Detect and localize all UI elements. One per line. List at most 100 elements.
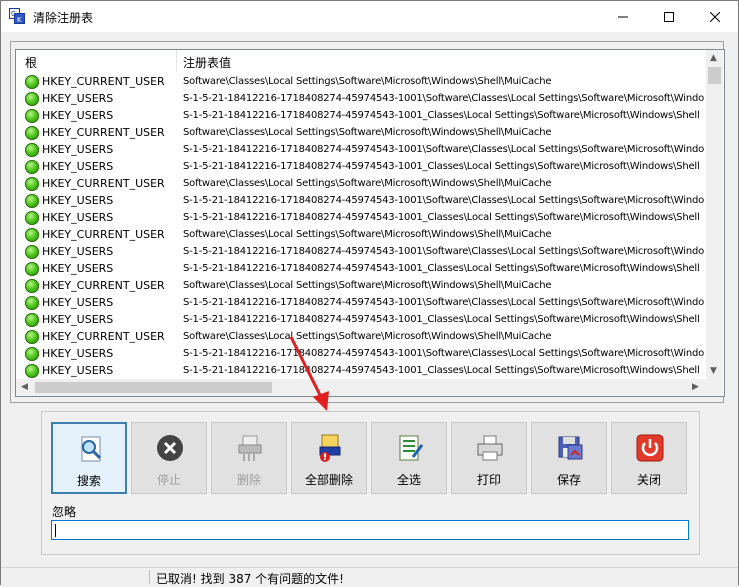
stop-icon [155,433,185,463]
text-caret [55,524,56,537]
column-header-root[interactable]: 根 [25,54,37,71]
root-cell: HKEY_USERS [42,109,114,122]
root-cell: HKEY_USERS [42,211,114,224]
value-cell: Software\Classes\Local Settings\Software… [183,178,552,189]
status-ok-icon [25,160,39,174]
root-cell: HKEY_CURRENT_USER [42,126,165,139]
close-button[interactable]: 关闭 [611,422,687,494]
table-row[interactable]: HKEY_CURRENT_USER Software\Classes\Local … [16,227,706,244]
table-row[interactable]: HKEY_USERS S-1-5-21-18412216-1718408274-4… [16,346,706,363]
root-cell: HKEY_USERS [42,160,114,173]
scroll-down-icon[interactable]: ▼ [710,366,717,376]
stop-button-label: 停止 [156,473,181,487]
table-row[interactable]: HKEY_USERS S-1-5-21-18412216-1718408274-4… [16,159,706,176]
select-all-button-label: 全选 [396,473,421,487]
status-ok-icon [25,126,39,140]
root-cell: HKEY_USERS [42,245,114,258]
table-row[interactable]: HKEY_CURRENT_USER Software\Classes\Local … [16,278,706,295]
value-cell: S-1-5-21-18412216-1718408274-45974543-10… [183,314,700,325]
root-cell: HKEY_USERS [42,92,114,105]
table-row[interactable]: HKEY_USERS S-1-5-21-18412216-1718408274-4… [16,193,706,210]
delete-button-label: 删除 [236,473,261,487]
save-button[interactable]: 保存 [531,422,607,494]
root-cell: HKEY_USERS [42,143,114,156]
table-row[interactable]: HKEY_USERS S-1-5-21-18412216-1718408274-4… [16,261,706,278]
shredder-icon [235,433,265,463]
vertical-scrollbar[interactable]: ▲ ▼ [706,50,723,379]
delete-button[interactable]: 删除 [211,422,287,494]
status-ok-icon [25,177,39,191]
delete-all-button-label: 全部删除 [304,473,353,487]
status-ok-icon [25,143,39,157]
scroll-right-icon[interactable]: ▶ [692,382,699,392]
stop-button[interactable]: 停止 [131,422,207,494]
root-cell: HKEY_CURRENT_USER [42,279,165,292]
value-cell: S-1-5-21-18412216-1718408274-45974543-10… [183,161,700,172]
select-all-button[interactable]: 全选 [371,422,447,494]
scroll-left-icon[interactable]: ◀ [21,382,28,392]
status-ok-icon [25,92,39,106]
column-header-value[interactable]: 注册表值 [183,54,231,71]
maximize-icon [664,11,674,22]
value-cell: S-1-5-21-18412216-1718408274-45974543-10… [183,93,705,104]
root-cell: HKEY_CURRENT_USER [42,75,165,88]
status-ok-icon [25,279,39,293]
status-ok-icon [25,347,39,361]
magnifier-icon [76,434,106,464]
app-icon: C K [9,8,25,24]
floppy-disk-icon [555,433,585,463]
status-divider [149,570,150,584]
delete-all-button[interactable]: 全部删除 [291,422,367,494]
root-cell: HKEY_USERS [42,194,114,207]
table-row[interactable]: HKEY_CURRENT_USER Software\Classes\Local … [16,125,706,142]
scrollbar-corner [706,379,723,396]
root-cell: HKEY_USERS [42,313,114,326]
root-cell: HKEY_USERS [42,296,114,309]
power-icon [635,433,665,463]
table-row[interactable]: HKEY_USERS S-1-5-21-18412216-1718408274-4… [16,295,706,312]
table-row[interactable]: HKEY_USERS S-1-5-21-18412216-1718408274-4… [16,312,706,329]
table-row[interactable]: HKEY_USERS S-1-5-21-18412216-1718408274-4… [16,210,706,227]
ignore-input[interactable] [51,520,689,540]
delete-all-icon [315,433,345,463]
ignore-label: 忽略 [52,505,77,519]
status-ok-icon [25,75,39,89]
value-cell: Software\Classes\Local Settings\Software… [183,127,552,138]
table-row[interactable]: HKEY_CURRENT_USER Software\Classes\Local … [16,329,706,346]
close-window-button[interactable] [692,1,738,32]
print-button-label: 打印 [476,473,501,487]
minimize-icon [618,16,628,17]
close-icon [710,11,720,22]
status-ok-icon [25,228,39,242]
maximize-button[interactable] [646,1,692,32]
root-cell: HKEY_USERS [42,364,114,377]
list-header: 根 注册表值 [16,50,706,72]
root-cell: HKEY_USERS [42,262,114,275]
status-text: 已取消! 找到 387 个有问题的文件! [156,572,344,586]
minimize-button[interactable] [600,1,646,32]
status-ok-icon [25,109,39,123]
table-row[interactable]: HKEY_USERS S-1-5-21-18412216-1718408274-4… [16,142,706,159]
horizontal-scrollbar[interactable]: ◀ ▶ [16,379,706,396]
table-row[interactable]: HKEY_USERS S-1-5-21-18412216-1718408274-4… [16,244,706,261]
value-cell: Software\Classes\Local Settings\Software… [183,280,552,291]
root-cell: HKEY_CURRENT_USER [42,228,165,241]
table-row[interactable]: HKEY_CURRENT_USER Software\Classes\Local … [16,74,706,91]
horizontal-scroll-thumb[interactable] [35,382,272,393]
table-row[interactable]: HKEY_CURRENT_USER Software\Classes\Local … [16,176,706,193]
select-all-icon [395,433,425,463]
status-ok-icon [25,211,39,225]
table-row[interactable]: HKEY_USERS S-1-5-21-18412216-1718408274-4… [16,91,706,108]
scroll-up-icon[interactable]: ▲ [710,53,717,63]
value-cell: Software\Classes\Local Settings\Software… [183,76,552,87]
registry-list[interactable]: 根 注册表值 HKEY_CURRENT_USER Software\Classes… [15,49,725,397]
status-ok-icon [25,364,39,378]
column-divider[interactable] [176,50,177,72]
table-row[interactable]: HKEY_USERS S-1-5-21-18412216-1718408274-4… [16,108,706,125]
search-button[interactable]: 搜索 [51,422,127,494]
print-button[interactable]: 打印 [451,422,527,494]
value-cell: S-1-5-21-18412216-1718408274-45974543-10… [183,246,705,257]
table-row[interactable]: HKEY_USERS S-1-5-21-18412216-1718408274-4… [16,363,706,379]
vertical-scroll-thumb[interactable] [708,67,721,84]
status-ok-icon [25,296,39,310]
